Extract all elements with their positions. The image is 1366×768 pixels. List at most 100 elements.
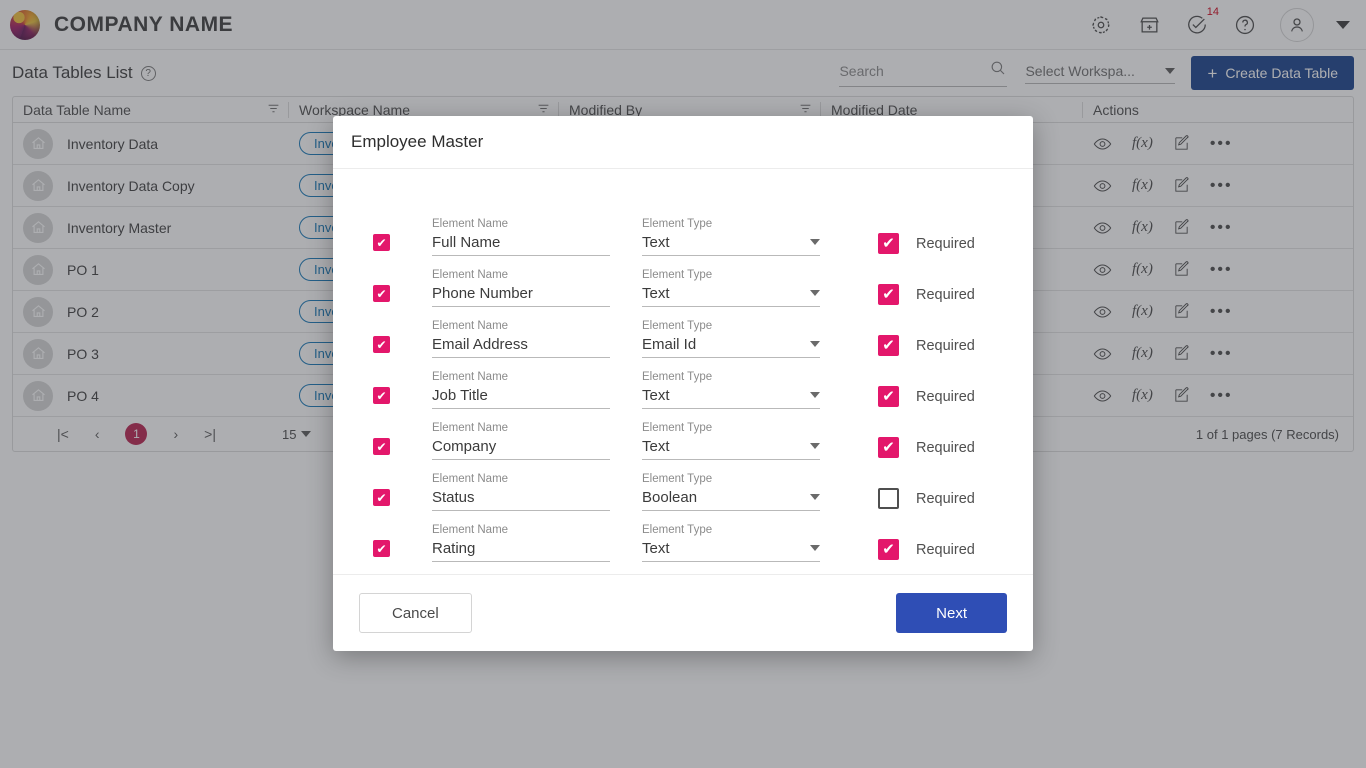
check-icon: ✔ xyxy=(376,286,387,301)
element-name-field[interactable]: Element Name Status xyxy=(432,473,610,511)
element-name-label: Element Name xyxy=(432,524,509,536)
element-name-field[interactable]: Element Name Rating xyxy=(432,524,610,562)
check-icon: ✔ xyxy=(376,388,387,403)
element-type-value: Text xyxy=(642,387,670,404)
element-type-select[interactable]: Element Type Email Id xyxy=(642,320,820,358)
required-group: Required xyxy=(878,488,975,509)
check-icon: ✔ xyxy=(376,235,387,250)
required-group: ✔ Required xyxy=(878,437,975,458)
element-type-value: Email Id xyxy=(642,336,697,353)
required-label: Required xyxy=(916,388,975,405)
chevron-down-icon[interactable] xyxy=(810,443,820,449)
dialog-header: Employee Master xyxy=(333,116,1033,169)
required-checkbox[interactable]: ✔ xyxy=(878,233,899,254)
element-name-value: Job Title xyxy=(432,387,488,404)
chevron-down-icon[interactable] xyxy=(810,545,820,551)
element-name-field[interactable]: Element Name Job Title xyxy=(432,371,610,409)
employee-master-dialog: Employee Master ✔ Element Name Full Name El… xyxy=(333,116,1033,651)
element-type-value: Text xyxy=(642,438,670,455)
app-root: COMPANY NAME 14 Data Tables List ? Searc… xyxy=(0,0,1366,768)
element-type-label: Element Type xyxy=(642,422,713,434)
element-row: ✔ Element Name Job Title Element Type Text ✔ R… xyxy=(333,358,1033,409)
dialog-footer: Cancel Next xyxy=(333,574,1033,651)
element-type-value: Boolean xyxy=(642,489,698,506)
check-icon: ✔ xyxy=(376,337,387,352)
element-row: ✔ Element Name Full Name Element Type Text ✔ R… xyxy=(333,205,1033,256)
element-type-select[interactable]: Element Type Boolean xyxy=(642,473,820,511)
required-checkbox[interactable]: ✔ xyxy=(878,284,899,305)
required-checkbox[interactable]: ✔ xyxy=(878,386,899,407)
next-button[interactable]: Next xyxy=(896,593,1007,633)
check-icon: ✔ xyxy=(376,439,387,454)
element-type-label: Element Type xyxy=(642,218,713,230)
element-name-label: Element Name xyxy=(432,269,509,281)
element-name-value: Phone Number xyxy=(432,285,533,302)
element-type-label: Element Type xyxy=(642,473,713,485)
element-name-value: Rating xyxy=(432,540,476,557)
element-name-value: Email Address xyxy=(432,336,528,353)
required-checkbox[interactable] xyxy=(878,488,899,509)
chevron-down-icon[interactable] xyxy=(810,239,820,245)
required-group: ✔ Required xyxy=(878,284,975,305)
chevron-down-icon[interactable] xyxy=(810,341,820,347)
element-row: ✔ Element Name Rating Element Type Text ✔ Requ… xyxy=(333,511,1033,562)
element-name-label: Element Name xyxy=(432,371,509,383)
element-name-field[interactable]: Element Name Email Address xyxy=(432,320,610,358)
element-name-label: Element Name xyxy=(432,218,509,230)
required-label: Required xyxy=(916,439,975,456)
element-list: ✔ Element Name Full Name Element Type Text ✔ R… xyxy=(333,169,1033,574)
element-select-checkbox[interactable]: ✔ xyxy=(373,540,390,557)
element-name-field[interactable]: Element Name Company xyxy=(432,422,610,460)
required-label: Required xyxy=(916,337,975,354)
element-name-label: Element Name xyxy=(432,422,509,434)
element-type-label: Element Type xyxy=(642,371,713,383)
chevron-down-icon[interactable] xyxy=(810,494,820,500)
element-row: ✔ Element Name Status Element Type Boolean Re… xyxy=(333,460,1033,511)
element-name-value: Company xyxy=(432,438,497,455)
required-label: Required xyxy=(916,235,975,252)
element-select-checkbox[interactable]: ✔ xyxy=(373,234,390,251)
element-select-checkbox[interactable]: ✔ xyxy=(373,285,390,302)
required-checkbox[interactable]: ✔ xyxy=(878,539,899,560)
element-select-checkbox[interactable]: ✔ xyxy=(373,438,390,455)
check-icon: ✔ xyxy=(376,490,387,505)
required-checkbox[interactable]: ✔ xyxy=(878,335,899,356)
element-select-checkbox[interactable]: ✔ xyxy=(373,387,390,404)
required-group: ✔ Required xyxy=(878,386,975,407)
dialog-title: Employee Master xyxy=(351,132,484,151)
check-icon: ✔ xyxy=(882,388,895,405)
element-select-checkbox[interactable]: ✔ xyxy=(373,489,390,506)
element-type-value: Text xyxy=(642,540,670,557)
check-icon: ✔ xyxy=(882,337,895,354)
element-type-value: Text xyxy=(642,234,670,251)
element-row: ✔ Element Name Email Address Element Type Em… xyxy=(333,307,1033,358)
element-type-select[interactable]: Element Type Text xyxy=(642,371,820,409)
check-icon: ✔ xyxy=(882,235,895,252)
check-icon: ✔ xyxy=(882,541,895,558)
chevron-down-icon[interactable] xyxy=(810,392,820,398)
required-label: Required xyxy=(916,541,975,558)
check-icon: ✔ xyxy=(882,286,895,303)
element-type-select[interactable]: Element Type Text xyxy=(642,269,820,307)
check-icon: ✔ xyxy=(376,541,387,556)
element-type-select[interactable]: Element Type Text xyxy=(642,524,820,562)
element-name-field[interactable]: Element Name Phone Number xyxy=(432,269,610,307)
chevron-down-icon[interactable] xyxy=(810,290,820,296)
required-label: Required xyxy=(916,286,975,303)
element-type-select[interactable]: Element Type Text xyxy=(642,422,820,460)
element-select-checkbox[interactable]: ✔ xyxy=(373,336,390,353)
element-name-value: Full Name xyxy=(432,234,501,251)
element-name-field[interactable]: Element Name Full Name xyxy=(432,218,610,256)
element-name-label: Element Name xyxy=(432,473,509,485)
required-group: ✔ Required xyxy=(878,539,975,560)
element-name-value: Status xyxy=(432,489,475,506)
check-icon: ✔ xyxy=(882,439,895,456)
element-row: ✔ Element Name Phone Number Element Type Tex… xyxy=(333,256,1033,307)
cancel-button[interactable]: Cancel xyxy=(359,593,472,633)
element-name-label: Element Name xyxy=(432,320,509,332)
required-checkbox[interactable]: ✔ xyxy=(878,437,899,458)
element-type-label: Element Type xyxy=(642,269,713,281)
element-type-label: Element Type xyxy=(642,320,713,332)
required-label: Required xyxy=(916,490,975,507)
element-type-select[interactable]: Element Type Text xyxy=(642,218,820,256)
